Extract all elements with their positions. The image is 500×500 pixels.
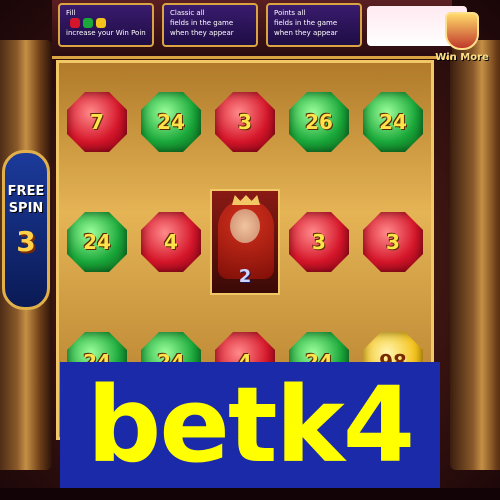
reel-cell: 2 (209, 187, 281, 297)
symbol-value: 2 (238, 266, 252, 287)
win-more-badge[interactable]: Win More (432, 12, 492, 63)
red-gem-symbol: 3 (215, 92, 275, 152)
reel-cell: 24 (61, 187, 133, 297)
red-gem-symbol: 4 (141, 212, 201, 272)
yellow-gem-icon (96, 18, 106, 28)
symbol-value: 24 (379, 110, 407, 134)
green-gem-symbol: 24 (363, 92, 423, 152)
reel-cell: 3 (283, 187, 355, 297)
red-gem-symbol: 3 (289, 212, 349, 272)
symbol-value: 3 (238, 110, 252, 134)
free-spin-line-2: SPIN (8, 201, 44, 216)
symbol-value: 3 (312, 230, 326, 254)
red-gem-symbol: 7 (67, 92, 127, 152)
symbol-value: 24 (83, 230, 111, 254)
mini-gem-row (70, 18, 142, 28)
symbol-value: 7 (90, 110, 104, 134)
reel-cell: 4 (135, 187, 207, 297)
reel-cell: 24 (135, 67, 207, 177)
green-gem-symbol: 24 (141, 92, 201, 152)
info-panel-2: Classic all fields in the game when they… (162, 3, 258, 47)
reel-cell: 26 (283, 67, 355, 177)
queen-symbol: 2 (210, 189, 280, 295)
info-panel-1-line-2: increase your Win Points (66, 29, 146, 37)
crown-icon (232, 195, 260, 205)
reel-cell: 3 (357, 187, 429, 297)
symbol-value: 26 (305, 110, 333, 134)
red-gem-symbol: 3 (363, 212, 423, 272)
info-panel-2-line-3: when they appear (170, 29, 234, 37)
brand-text: betk4 (86, 364, 415, 486)
reel-cell: 7 (61, 67, 133, 177)
info-panel-2-line-1: Classic all (170, 9, 205, 17)
free-spin-line-1: FREE (7, 184, 45, 199)
info-panel-3-line-1: Points all (274, 9, 306, 17)
top-info-bar: Fill increase your Win Points Classic al… (52, 0, 467, 59)
brand-overlay: betk4 (60, 362, 440, 488)
reel-cell: 3 (209, 67, 281, 177)
info-panel-3-line-2: fields in the game (274, 19, 338, 27)
green-gem-icon (83, 18, 93, 28)
queen-face (230, 209, 260, 243)
free-spin-count: 3 (16, 225, 36, 258)
free-spin-badge: FREE SPIN 3 (2, 150, 50, 310)
info-panel-1-line-1: Fill (66, 9, 76, 17)
info-panel-2-line-2: fields in the game (170, 19, 234, 27)
symbol-value: 4 (164, 230, 178, 254)
bottom-strip (0, 488, 500, 500)
symbol-value: 24 (157, 110, 185, 134)
shield-icon (445, 12, 479, 50)
green-gem-symbol: 26 (289, 92, 349, 152)
info-panel-1: Fill increase your Win Points (58, 3, 154, 47)
info-panel-3: Points all fields in the game when they … (266, 3, 362, 47)
symbol-value: 3 (386, 230, 400, 254)
reel-cell: 24 (357, 67, 429, 177)
win-more-label: Win More (435, 52, 489, 63)
green-gem-symbol: 24 (67, 212, 127, 272)
slot-game-scene: Fill increase your Win Points Classic al… (0, 0, 500, 500)
info-panel-3-line-3: when they appear (274, 29, 338, 37)
right-pillar (450, 40, 500, 470)
red-gem-icon (70, 18, 80, 28)
